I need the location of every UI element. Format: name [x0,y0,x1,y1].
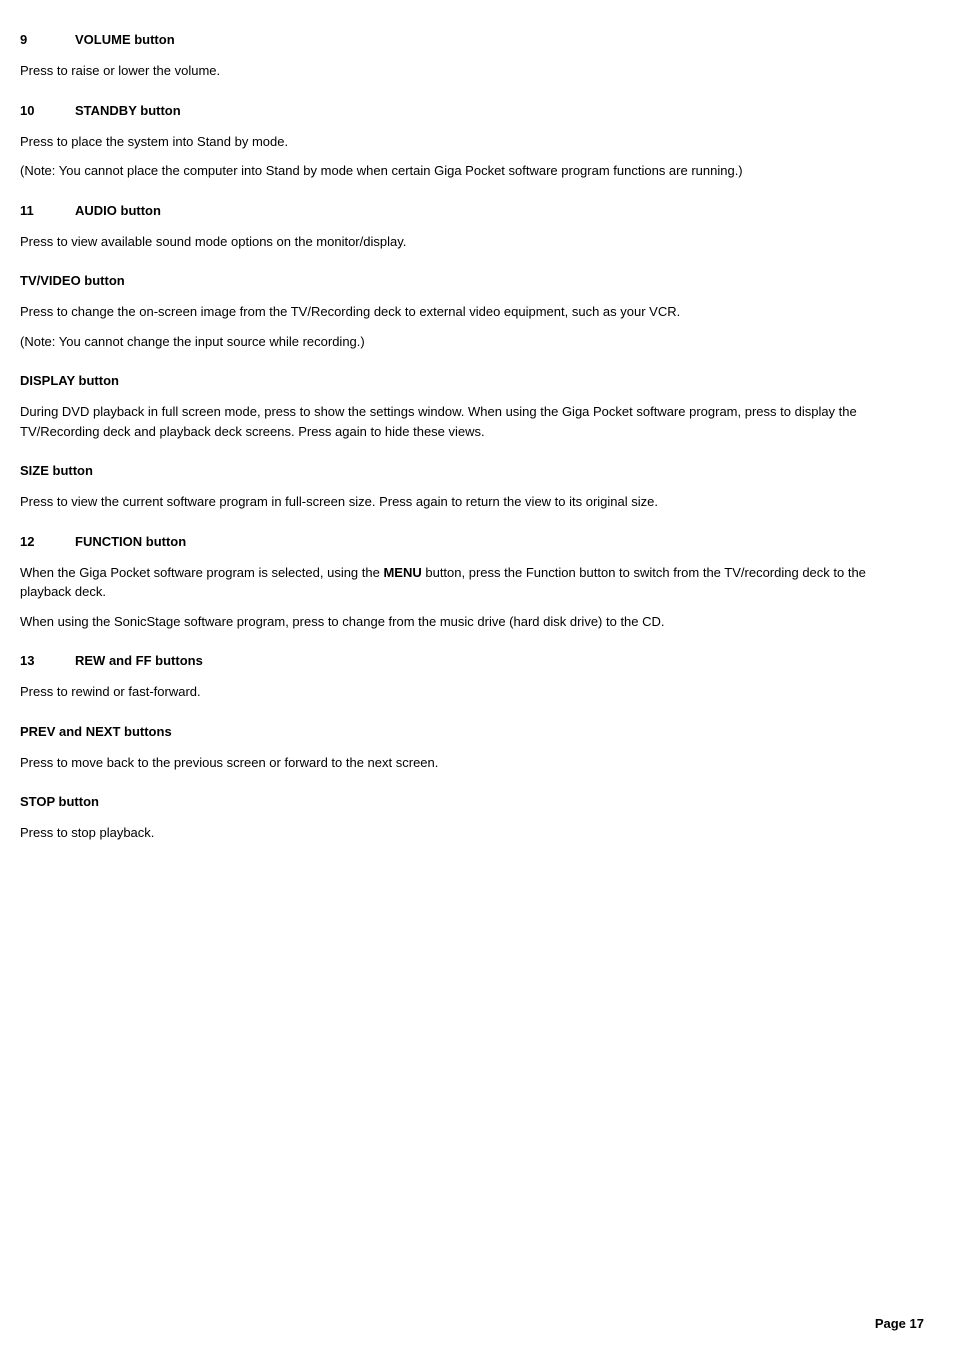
section-title: STANDBY button [75,103,181,118]
section-title: SIZE button [20,463,93,478]
body-function: When the Giga Pocket software program is… [20,563,880,632]
section-number: 13 [20,653,75,668]
body-rewff: Press to rewind or fast-forward. [20,682,880,702]
paragraph-size-0: Press to view the current software progr… [20,492,880,512]
paragraph-rewff-0: Press to rewind or fast-forward. [20,682,880,702]
section-title: STOP button [20,794,99,809]
section-title: PREV and NEXT buttons [20,724,172,739]
section-number: 9 [20,32,75,47]
paragraph-tvvideo-1: (Note: You cannot change the input sourc… [20,332,880,352]
section-rewff: 13REW and FF buttons Press to rewind or f… [20,641,880,702]
body-volume: Press to raise or lower the volume. [20,61,880,81]
heading-rewff: 13REW and FF buttons [20,641,880,668]
section-title: DISPLAY button [20,373,119,388]
section-standby: 10STANDBY button Press to place the syste… [20,91,880,181]
section-title: AUDIO button [75,203,161,218]
heading-standby: 10STANDBY button [20,91,880,118]
paragraph-prevnext-0: Press to move back to the previous scree… [20,753,880,773]
section-title: TV/VIDEO button [20,273,125,288]
paragraph-standby-1: (Note: You cannot place the computer int… [20,161,880,181]
heading-size: SIZE button [20,451,880,478]
body-standby: Press to place the system into Stand by … [20,132,880,181]
heading-tvvideo: TV/VIDEO button [20,261,880,288]
heading-volume: 9VOLUME button [20,20,880,47]
paragraph-standby-0: Press to place the system into Stand by … [20,132,880,152]
paragraph-audio-0: Press to view available sound mode optio… [20,232,880,252]
body-audio: Press to view available sound mode optio… [20,232,880,252]
heading-prevnext: PREV and NEXT buttons [20,712,880,739]
paragraph-tvvideo-0: Press to change the on-screen image from… [20,302,880,322]
page-container: 9VOLUME button Press to raise or lower th… [0,0,920,913]
page-number: Page 17 [875,1316,924,1331]
heading-audio: 11AUDIO button [20,191,880,218]
heading-function: 12FUNCTION button [20,522,880,549]
section-title: FUNCTION button [75,534,186,549]
paragraph-stop-0: Press to stop playback. [20,823,880,843]
body-stop: Press to stop playback. [20,823,880,843]
section-function: 12FUNCTION button When the Giga Pocket so… [20,522,880,632]
heading-display: DISPLAY button [20,361,880,388]
section-title: REW and FF buttons [75,653,203,668]
body-display: During DVD playback in full screen mode,… [20,402,880,441]
section-volume: 9VOLUME button Press to raise or lower th… [20,20,880,81]
heading-stop: STOP button [20,782,880,809]
paragraph-volume-0: Press to raise or lower the volume. [20,61,880,81]
body-prevnext: Press to move back to the previous scree… [20,753,880,773]
paragraph-function-1: When using the SonicStage software progr… [20,612,880,632]
body-size: Press to view the current software progr… [20,492,880,512]
section-number: 10 [20,103,75,118]
section-stop: STOP button Press to stop playback. [20,782,880,843]
section-prevnext: PREV and NEXT buttons Press to move back … [20,712,880,773]
paragraph-display-0: During DVD playback in full screen mode,… [20,402,880,441]
section-title: VOLUME button [75,32,175,47]
section-tvvideo: TV/VIDEO button Press to change the on-sc… [20,261,880,351]
section-number: 12 [20,534,75,549]
section-display: DISPLAY button During DVD playback in ful… [20,361,880,441]
paragraph-function-0: When the Giga Pocket software program is… [20,563,880,602]
section-audio: 11AUDIO button Press to view available so… [20,191,880,252]
section-size: SIZE button Press to view the current sof… [20,451,880,512]
section-number: 11 [20,203,75,218]
body-tvvideo: Press to change the on-screen image from… [20,302,880,351]
